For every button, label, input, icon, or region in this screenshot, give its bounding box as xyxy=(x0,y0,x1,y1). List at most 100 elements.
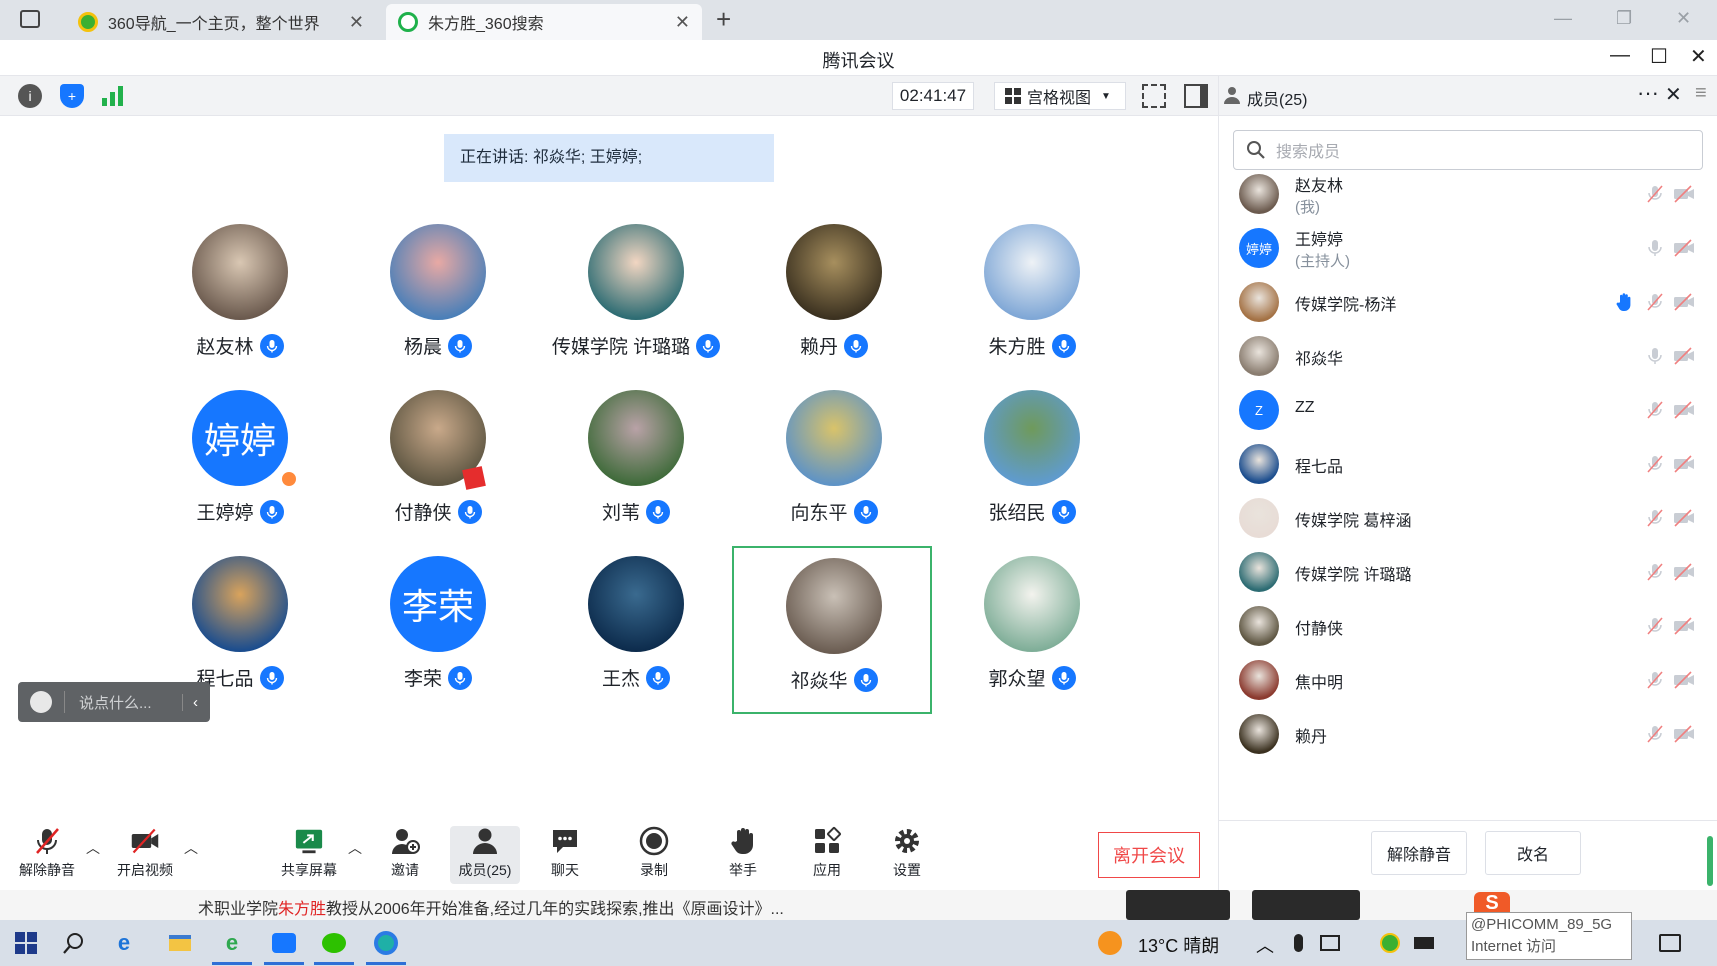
news-thumbnail[interactable] xyxy=(1252,890,1360,920)
participant-tile[interactable]: 李荣 李荣 xyxy=(338,554,538,714)
settings-button[interactable]: 设置 xyxy=(872,826,942,884)
unmute-button[interactable]: 解除静音 xyxy=(12,826,82,884)
camera-off-icon[interactable] xyxy=(1673,184,1694,204)
close-tab-icon[interactable]: ✕ xyxy=(675,12,690,33)
member-row[interactable]: 付静侠 xyxy=(1219,598,1717,654)
participant-tile[interactable]: 张绍民 xyxy=(932,388,1132,548)
camera-off-icon[interactable] xyxy=(1673,454,1694,474)
participant-tile[interactable]: 杨晨 xyxy=(338,222,538,382)
camera-off-icon[interactable] xyxy=(1673,508,1694,528)
close-panel-icon[interactable]: ✕ xyxy=(1665,82,1682,107)
participant-tile[interactable]: 付静侠 xyxy=(338,388,538,548)
member-row[interactable]: 赵友林 (我) xyxy=(1219,166,1717,222)
member-row[interactable]: 赖丹 xyxy=(1219,706,1717,762)
camera-off-icon[interactable] xyxy=(1673,292,1694,312)
weather-text[interactable]: 13°C 晴朗 xyxy=(1138,932,1219,958)
leave-meeting-button[interactable]: 离开会议 xyxy=(1098,832,1200,878)
member-row[interactable]: 焦中明 xyxy=(1219,652,1717,708)
minimize-icon[interactable]: — xyxy=(1610,44,1630,67)
menu-icon[interactable]: ≡ xyxy=(1695,82,1707,105)
participant-tile[interactable]: 王杰 xyxy=(536,554,736,714)
maximize-icon[interactable]: ☐ xyxy=(1650,44,1668,69)
emoji-icon[interactable] xyxy=(30,691,52,713)
camera-off-icon[interactable] xyxy=(1673,670,1694,690)
browser-restore-icon[interactable]: ❐ xyxy=(1616,8,1632,29)
unmute-all-button[interactable]: 解除静音 xyxy=(1371,831,1467,875)
participant-tile[interactable]: 刘苇 xyxy=(536,388,736,548)
mic-off-icon[interactable] xyxy=(1645,616,1665,636)
member-row[interactable]: 婷婷 王婷婷 (主持人) xyxy=(1219,220,1717,276)
mic-on-icon[interactable] xyxy=(1645,346,1665,366)
member-row[interactable]: 祁焱华 xyxy=(1219,328,1717,384)
weather-sun-icon[interactable] xyxy=(1096,929,1124,957)
fullscreen-icon[interactable] xyxy=(1142,84,1166,108)
mic-off-icon[interactable] xyxy=(1645,670,1665,690)
share-options-chevron-icon[interactable]: ︿ xyxy=(348,838,362,858)
quick-chat-input[interactable]: 说点什么... ‹ xyxy=(18,682,210,722)
shield-icon[interactable]: + xyxy=(60,84,84,108)
mic-off-icon[interactable] xyxy=(1645,184,1665,204)
chat-button[interactable]: 聊天 xyxy=(530,826,600,884)
camera-off-icon[interactable] xyxy=(1673,562,1694,582)
participant-tile[interactable]: 祁焱华 xyxy=(732,546,932,714)
browser-close-icon[interactable]: ✕ xyxy=(1676,8,1691,29)
invite-button[interactable]: 邀请 xyxy=(370,826,440,884)
share-screen-button[interactable]: 共享屏幕 xyxy=(274,826,344,884)
new-tab-button[interactable]: + xyxy=(716,4,731,35)
browser-minimize-icon[interactable]: — xyxy=(1554,8,1572,29)
info-icon[interactable]: i xyxy=(18,84,42,108)
camera-off-icon[interactable] xyxy=(1673,346,1694,366)
notification-icon[interactable] xyxy=(1656,929,1684,957)
sidebar-toggle-icon[interactable] xyxy=(20,10,40,28)
mic-on-icon[interactable] xyxy=(1645,238,1665,258)
view-mode-dropdown[interactable]: 宫格视图 ▼ xyxy=(994,82,1126,110)
ie-browser-icon[interactable]: e xyxy=(110,929,138,957)
participant-tile[interactable]: 郭众望 xyxy=(932,554,1132,714)
mic-off-icon[interactable] xyxy=(1645,562,1665,582)
tencent-meeting-icon[interactable] xyxy=(270,929,298,957)
apps-button[interactable]: 应用 xyxy=(792,826,862,884)
member-row[interactable]: 程七品 xyxy=(1219,436,1717,492)
360-browser-icon[interactable]: e xyxy=(218,929,246,957)
mic-off-icon[interactable] xyxy=(1645,292,1665,312)
tray-expand-icon[interactable]: ︿ xyxy=(1256,932,1274,958)
collapse-chevron-icon[interactable]: ‹ xyxy=(182,693,198,711)
toggle-sidebar-icon[interactable] xyxy=(1184,84,1208,108)
camera-off-icon[interactable] xyxy=(1673,400,1694,420)
more-options-icon[interactable]: ··· xyxy=(1637,80,1659,106)
mic-off-icon[interactable] xyxy=(1645,400,1665,420)
mic-off-icon[interactable] xyxy=(1645,508,1665,528)
start-video-button[interactable]: 开启视频 xyxy=(110,826,180,884)
edge-icon[interactable] xyxy=(372,929,400,957)
signal-icon[interactable] xyxy=(102,86,124,106)
360-security-tray-icon[interactable] xyxy=(1376,929,1404,957)
participant-tile[interactable]: 赖丹 xyxy=(734,222,934,382)
ticker-text[interactable]: 术职业学院朱方胜教授从2006年开始准备,经过几年的实践探索,推出《原画设计》.… xyxy=(198,895,784,919)
windows-start-icon[interactable] xyxy=(12,929,40,957)
camera-off-icon[interactable] xyxy=(1673,616,1694,636)
participant-tile[interactable]: 向东平 xyxy=(734,388,934,548)
display-tray-icon[interactable] xyxy=(1316,929,1344,957)
member-search-input[interactable]: 搜索成员 xyxy=(1233,130,1703,170)
browser-tab-search[interactable]: 朱方胜_360搜索 ✕ xyxy=(386,4,702,40)
scrollbar[interactable] xyxy=(1707,836,1713,886)
participant-tile[interactable]: 赵友林 xyxy=(140,222,340,382)
file-explorer-icon[interactable] xyxy=(166,929,194,957)
microphone-tray-icon[interactable] xyxy=(1284,929,1312,957)
member-row[interactable]: Z ZZ xyxy=(1219,382,1717,438)
battery-tray-icon[interactable] xyxy=(1410,929,1438,957)
video-options-chevron-icon[interactable]: ︿ xyxy=(184,838,198,858)
camera-off-icon[interactable] xyxy=(1673,238,1694,258)
participant-tile[interactable]: 朱方胜 xyxy=(932,222,1132,382)
mic-off-icon[interactable] xyxy=(1645,724,1665,744)
browser-tab-360-nav[interactable]: 360导航_一个主页，整个世界 ✕ xyxy=(66,4,376,40)
mic-off-icon[interactable] xyxy=(1645,454,1665,474)
rename-button[interactable]: 改名 xyxy=(1485,831,1581,875)
search-icon[interactable] xyxy=(60,929,88,957)
camera-off-icon[interactable] xyxy=(1673,724,1694,744)
member-row[interactable]: 传媒学院 许璐璐 xyxy=(1219,544,1717,600)
member-row[interactable]: 传媒学院-杨洋 xyxy=(1219,274,1717,330)
participant-tile[interactable]: 传媒学院 许璐璐 xyxy=(536,222,736,382)
audio-options-chevron-icon[interactable]: ︿ xyxy=(86,838,100,858)
raise-hand-button[interactable]: 举手 xyxy=(708,826,778,884)
